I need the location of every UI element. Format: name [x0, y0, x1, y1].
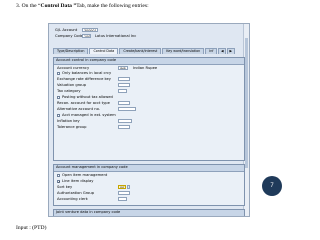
tab-control-data[interactable]: Control Data [89, 48, 119, 54]
open-item-checkbox[interactable] [57, 173, 61, 177]
heading-prefix: 3. On the “ [16, 3, 41, 9]
tab-type-description[interactable]: Type/Description [53, 48, 89, 54]
tab-strip: Type/Description Control Data Create/ban… [53, 48, 236, 54]
page-number-badge: 7 [262, 176, 282, 196]
valuation-group-field[interactable] [118, 82, 130, 87]
only-balances-checkbox[interactable] [57, 71, 61, 75]
acct-managed-checkbox[interactable] [57, 113, 61, 117]
recon-account-field[interactable] [118, 100, 130, 105]
sort-key-label: Sort key [57, 185, 73, 189]
inflation-key-field[interactable] [118, 118, 132, 123]
acct-managed-label: Acct managed in ext. system [62, 113, 116, 117]
account-control-group: Account control in company code Account … [53, 57, 245, 161]
account-currency-text: Indian Rupee [133, 66, 158, 70]
scrollbar-thumb[interactable] [245, 38, 248, 168]
line-item-label: Line item display [62, 179, 94, 183]
only-balances-label: Only balances in local crcy [62, 71, 112, 75]
joint-venture-group: Joint venture data in company code [53, 209, 245, 216]
authorization-group-label: Authorization Group [57, 191, 95, 195]
exchange-rate-field[interactable] [118, 76, 130, 81]
inflation-key-label: Inflation key [57, 119, 80, 123]
line-item-checkbox[interactable]: ✓ [57, 179, 61, 183]
joint-venture-title: Joint venture data in company code [54, 210, 244, 216]
tab-scroll-left-icon[interactable]: ◀ [218, 48, 226, 54]
valuation-group-label: Valuation group [57, 83, 87, 87]
company-code-label: Company Code [55, 34, 84, 38]
tab-key-word-translation[interactable]: Key word/translation [162, 48, 205, 54]
alternative-account-field[interactable] [118, 106, 136, 111]
alternative-account-label: Alternative account no. [57, 107, 100, 111]
tolerance-group-label: Tolerance group [57, 125, 87, 129]
accounting-clerk-label: Accounting clerk [57, 197, 88, 201]
instruction-heading: 3. On the “Control Data ”Tab, make the f… [16, 3, 149, 9]
heading-suffix: Tab, make the following entries: [76, 3, 149, 9]
gl-account-field[interactable]: 300001 [82, 27, 98, 32]
accounting-clerk-field[interactable] [118, 196, 127, 201]
recon-account-label: Recon. account for acct type [57, 101, 110, 105]
authorization-group-field[interactable] [118, 190, 130, 195]
tolerance-group-field[interactable] [118, 124, 130, 129]
tab-information[interactable]: Inf [205, 48, 218, 54]
open-item-label: Open item management [62, 173, 108, 177]
tab-scroll-right-icon[interactable]: ▶ [227, 48, 235, 54]
heading-bold: Control Data ” [40, 3, 77, 9]
tax-category-label: Tax category [57, 89, 81, 93]
gl-account-label: G/L Account [55, 28, 78, 32]
sap-screen: G/L Account 300001 Company Code 1000 Lot… [48, 23, 250, 217]
posting-without-tax-checkbox[interactable] [57, 95, 61, 99]
company-name-text: Lotus International Inc [95, 34, 137, 38]
account-currency-label: Account currency [57, 66, 90, 70]
account-management-title: Account management in company code [54, 165, 244, 172]
tab-create-bank-interest[interactable]: Create/bank/interest [119, 48, 162, 54]
tax-category-field[interactable] [118, 88, 127, 93]
sort-key-help-icon[interactable] [126, 184, 130, 189]
exchange-rate-label: Exchange rate difference key [57, 77, 111, 81]
account-currency-field[interactable]: INR [118, 65, 128, 70]
account-management-group: Account management in company code Open … [53, 164, 245, 206]
posting-without-tax-label: Posting without tax allowed [62, 95, 113, 99]
account-control-title: Account control in company code [54, 58, 244, 65]
footer-note: Input : (PTD) [16, 225, 47, 231]
sort-key-field[interactable]: 001 [118, 184, 126, 189]
company-code-field[interactable]: 1000 [82, 33, 91, 38]
